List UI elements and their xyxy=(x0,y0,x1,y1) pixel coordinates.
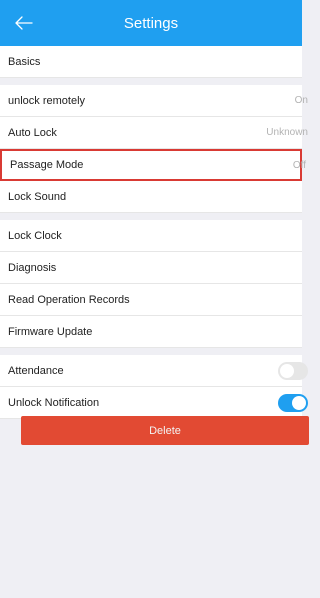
settings-row-diagnosis[interactable]: Diagnosis xyxy=(0,252,302,284)
diagnosis-label: Diagnosis xyxy=(8,261,57,274)
read-operation-records-label: Read Operation Records xyxy=(8,293,130,306)
delete-button[interactable]: Delete xyxy=(21,416,309,445)
settings-row-lock-sound[interactable]: Lock Sound xyxy=(0,181,302,213)
unlock-notification-label: Unlock Notification xyxy=(8,396,100,409)
back-button[interactable] xyxy=(12,12,36,34)
settings-row-basics[interactable]: Basics xyxy=(0,46,302,78)
auto-lock-label: Auto Lock xyxy=(8,126,57,139)
attendance-label: Attendance xyxy=(8,364,64,377)
basics-label: Basics xyxy=(8,55,41,68)
passage-mode-value: Off xyxy=(292,159,306,171)
lock-clock-label: Lock Clock xyxy=(8,229,62,242)
settings-row-auto-lock[interactable]: Auto Lock Unknown xyxy=(0,117,308,149)
app-header: Settings xyxy=(0,0,302,46)
unlock-remotely-value: On xyxy=(294,95,308,106)
arrow-left-icon xyxy=(15,16,33,30)
settings-row-firmware-update[interactable]: Firmware Update xyxy=(0,316,302,348)
settings-row-unlock-remotely[interactable]: unlock remotely On xyxy=(0,85,308,117)
settings-row-attendance: Attendance xyxy=(0,355,308,387)
unlock-notification-toggle[interactable] xyxy=(278,393,308,412)
lock-sound-label: Lock Sound xyxy=(8,190,67,203)
unlock-remotely-label: unlock remotely xyxy=(8,94,86,107)
settings-row-read-operation-records[interactable]: Read Operation Records xyxy=(0,284,302,316)
passage-mode-label: Passage Mode xyxy=(10,159,84,171)
settings-row-passage-mode[interactable]: Passage Mode Off xyxy=(0,149,306,181)
attendance-toggle[interactable] xyxy=(278,361,308,380)
firmware-update-label: Firmware Update xyxy=(8,325,93,338)
auto-lock-value: Unknown xyxy=(266,127,308,138)
settings-row-lock-clock[interactable]: Lock Clock xyxy=(0,220,302,252)
settings-row-unlock-notification: Unlock Notification xyxy=(0,387,308,419)
page-title: Settings xyxy=(123,14,179,32)
